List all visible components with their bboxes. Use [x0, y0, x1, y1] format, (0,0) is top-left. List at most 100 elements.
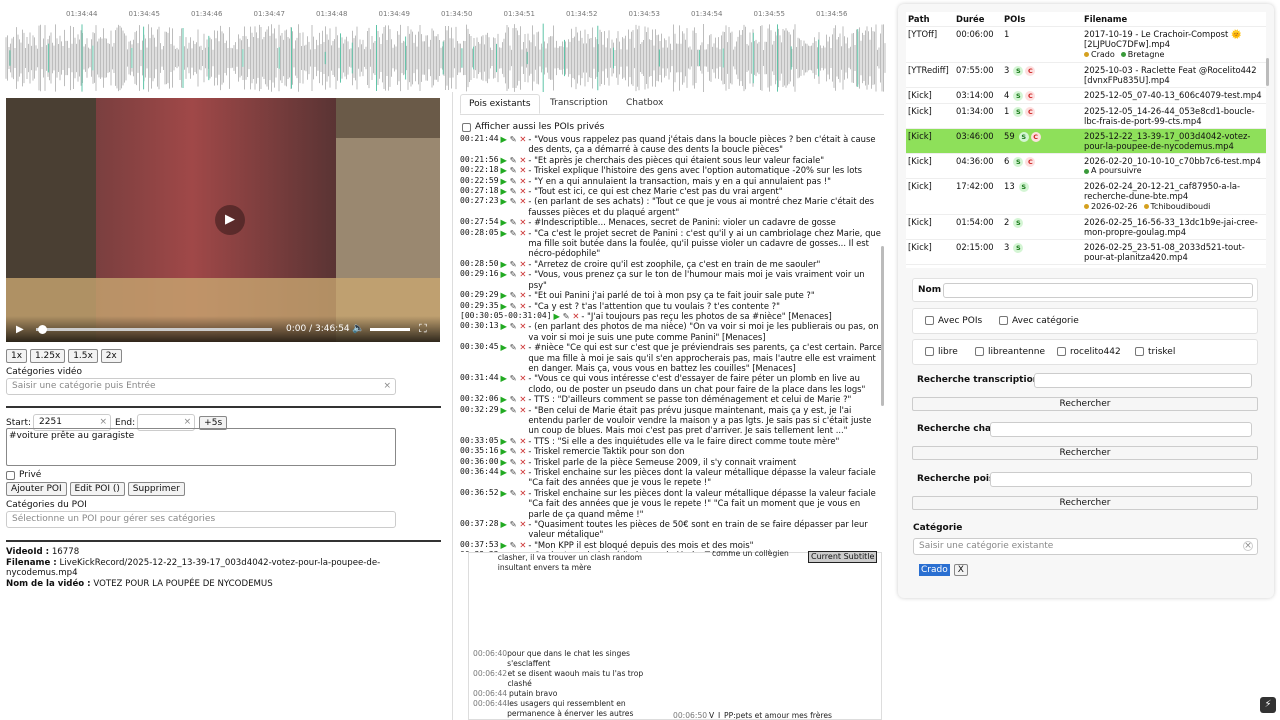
edit-icon[interactable]: ✎ — [510, 405, 517, 415]
table-header[interactable]: POIs — [1002, 12, 1082, 27]
chat-search-input[interactable] — [990, 422, 1252, 437]
poi-item[interactable]: 00:27:23 ▶ ✎ ✕ - (en parlant de ses achats… — [460, 196, 884, 217]
play-icon[interactable]: ▶ — [501, 321, 507, 331]
delete-icon[interactable]: ✕ — [519, 228, 526, 238]
edit-icon[interactable]: ✎ — [510, 269, 517, 279]
play-icon[interactable]: ▶ — [501, 457, 507, 467]
play-icon[interactable]: ▶ — [501, 436, 507, 446]
video-row[interactable]: [YTOff] 00:06:00 1 2017-10-19 - Le Crachoir… — [906, 26, 1266, 62]
search-chat-button[interactable]: Rechercher — [912, 446, 1258, 460]
speed-1x-button[interactable]: 1x — [6, 349, 28, 363]
edit-icon[interactable]: ✎ — [510, 134, 517, 144]
delete-icon[interactable]: ✕ — [519, 405, 526, 415]
poi-item[interactable]: 00:29:29 ▶ ✎ ✕ - "Et oui Panini j'ai parlé… — [460, 290, 884, 300]
poi-item[interactable]: 00:21:56 ▶ ✎ ✕ - "Et après je cherchais de… — [460, 155, 884, 165]
tab-pois[interactable]: Pois existants — [460, 94, 540, 114]
source-triskel[interactable]: triskel — [1135, 347, 1175, 357]
edit-icon[interactable]: ✎ — [510, 186, 517, 196]
delete-icon[interactable]: ✕ — [519, 519, 526, 529]
tab-transcription[interactable]: Transcription — [542, 94, 616, 114]
play-icon[interactable]: ▶ — [501, 373, 507, 383]
progress-bar[interactable] — [36, 328, 272, 331]
table-scrollbar[interactable] — [1266, 58, 1269, 86]
search-transcriptions-button[interactable]: Rechercher — [912, 397, 1258, 411]
edit-icon[interactable]: ✎ — [510, 457, 517, 467]
delete-icon[interactable]: ✕ — [519, 540, 526, 550]
edit-icon[interactable]: ✎ — [563, 311, 570, 321]
play-icon[interactable]: ▶ — [16, 324, 24, 335]
private-checkbox[interactable] — [6, 470, 15, 480]
delete-icon[interactable]: ✕ — [519, 446, 526, 456]
edit-icon[interactable]: ✎ — [510, 519, 517, 529]
poi-item[interactable]: 00:32:29 ▶ ✎ ✕ - "Ben celui de Marie était… — [460, 405, 884, 436]
edit-poi-button[interactable]: Edit POI () — [69, 482, 125, 496]
edit-icon[interactable]: ✎ — [510, 217, 517, 227]
poi-item[interactable]: 00:27:54 ▶ ✎ ✕ - #Indescriptible... Menace… — [460, 217, 884, 227]
poi-item[interactable]: 00:29:35 ▶ ✎ ✕ - "Ca y est ? t'as l'attent… — [460, 301, 884, 311]
video-category-input[interactable]: Saisir une catégorie puis Entrée × — [6, 378, 396, 395]
remove-category-button[interactable]: X — [953, 564, 968, 576]
delete-icon[interactable]: ✕ — [519, 269, 526, 279]
delete-icon[interactable]: ✕ — [519, 301, 526, 311]
poi-item[interactable]: 00:33:05 ▶ ✎ ✕ - TTS : "Si elle a des inqu… — [460, 436, 884, 446]
edit-icon[interactable]: ✎ — [510, 488, 517, 498]
video-row[interactable]: [YTRediff] 07:55:00 3 S C 2025-10-03 - Raclet… — [906, 61, 1266, 87]
edit-icon[interactable]: ✎ — [510, 165, 517, 175]
poi-item[interactable]: 00:28:05 ▶ ✎ ✕ - "Ca c'est le projet secre… — [460, 228, 884, 259]
play-icon[interactable]: ▶ — [554, 311, 560, 321]
play-icon[interactable]: ▶ — [501, 259, 507, 269]
avec-pois-checkbox-row[interactable]: Avec POIs — [925, 316, 982, 326]
poi-item[interactable]: 00:36:52 ▶ ✎ ✕ - Triskel enchaine sur les … — [460, 488, 884, 519]
pois-search-input[interactable] — [990, 472, 1252, 487]
play-icon[interactable]: ▶ — [501, 519, 507, 529]
delete-icon[interactable]: ✕ — [519, 176, 526, 186]
search-pois-button[interactable]: Rechercher — [912, 496, 1258, 510]
table-header[interactable]: Path — [906, 12, 954, 27]
delete-icon[interactable]: ✕ — [519, 155, 526, 165]
video-row[interactable]: [Kick] 04:36:00 6 S C 2026-02-20_10-10-10_c70… — [906, 152, 1266, 179]
edit-icon[interactable]: ✎ — [510, 342, 517, 352]
poi-item[interactable]: 00:36:44 ▶ ✎ ✕ - Triskel enchaine sur les … — [460, 467, 884, 488]
video-row[interactable]: [Kick]04:54:0012S2026-03-04_21-51-06_3c0… — [906, 263, 1266, 268]
delete-icon[interactable]: ✕ — [519, 196, 526, 206]
edit-icon[interactable]: ✎ — [510, 446, 517, 456]
delete-icon[interactable]: ✕ — [519, 394, 526, 404]
avec-pois-checkbox[interactable] — [925, 316, 934, 325]
category-input[interactable]: Saisir une catégorie existante × — [913, 538, 1258, 555]
add-poi-button[interactable]: Ajouter POI — [6, 482, 67, 496]
edit-icon[interactable]: ✎ — [510, 259, 517, 269]
delete-icon[interactable]: ✕ — [519, 217, 526, 227]
delete-poi-button[interactable]: Supprimer — [127, 482, 185, 496]
avec-categorie-checkbox-row[interactable]: Avec catégorie — [999, 316, 1079, 326]
poi-item[interactable]: 00:22:18 ▶ ✎ ✕ - Triskel explique l'histoi… — [460, 165, 884, 175]
poi-item[interactable]: 00:30:45 ▶ ✎ ✕ - #nièce "Ce qui est sur c'… — [460, 342, 884, 373]
app-icon[interactable]: ⚡ — [1260, 697, 1276, 713]
play-icon[interactable]: ▶ — [501, 196, 507, 206]
source-checkbox[interactable] — [1135, 347, 1144, 356]
volume-icon[interactable]: 🔈 — [352, 323, 364, 334]
audio-waveform[interactable]: 01:34:44 01:34:45 01:34:46 01:34:47 01:34:48… — [0, 0, 890, 92]
edit-icon[interactable]: ✎ — [510, 373, 517, 383]
play-icon[interactable]: ▶ — [501, 488, 507, 498]
poi-item[interactable]: 00:35:16 ▶ ✎ ✕ - Triskel remercie Taktik p… — [460, 446, 884, 456]
delete-icon[interactable]: ✕ — [519, 134, 526, 144]
delete-icon[interactable]: ✕ — [519, 321, 526, 331]
play-icon[interactable]: ▶ — [501, 467, 507, 477]
tab-chatbox[interactable]: Chatbox — [618, 94, 671, 114]
poi-textarea[interactable]: #voiture prête au garagiste — [6, 428, 396, 466]
play-icon[interactable]: ▶ — [501, 290, 507, 300]
play-icon[interactable]: ▶ — [501, 165, 507, 175]
source-checkbox[interactable] — [925, 347, 934, 356]
play-icon[interactable]: ▶ — [501, 186, 507, 196]
show-private-checkbox[interactable] — [462, 122, 471, 132]
poi-item[interactable]: [00:30:05-00:31:04] ▶ ✎ ✕ - "J'ai toujours… — [460, 311, 884, 321]
edit-icon[interactable]: ✎ — [510, 467, 517, 477]
poi-item[interactable]: 00:37:28 ▶ ✎ ✕ - "Quasiment toutes les piè… — [460, 519, 884, 540]
delete-icon[interactable]: ✕ — [519, 373, 526, 383]
poi-item[interactable]: 00:32:06 ▶ ✎ ✕ - TTS : "D'ailleurs comment… — [460, 394, 884, 404]
delete-icon[interactable]: ✕ — [519, 290, 526, 300]
delete-icon[interactable]: ✕ — [572, 311, 579, 321]
play-icon[interactable]: ▶ — [501, 217, 507, 227]
video-row[interactable]: [Kick] 03:46:00 59 S C 2025-12-22_13-39-17_00… — [906, 127, 1266, 153]
poi-scrollbar[interactable] — [881, 246, 884, 406]
